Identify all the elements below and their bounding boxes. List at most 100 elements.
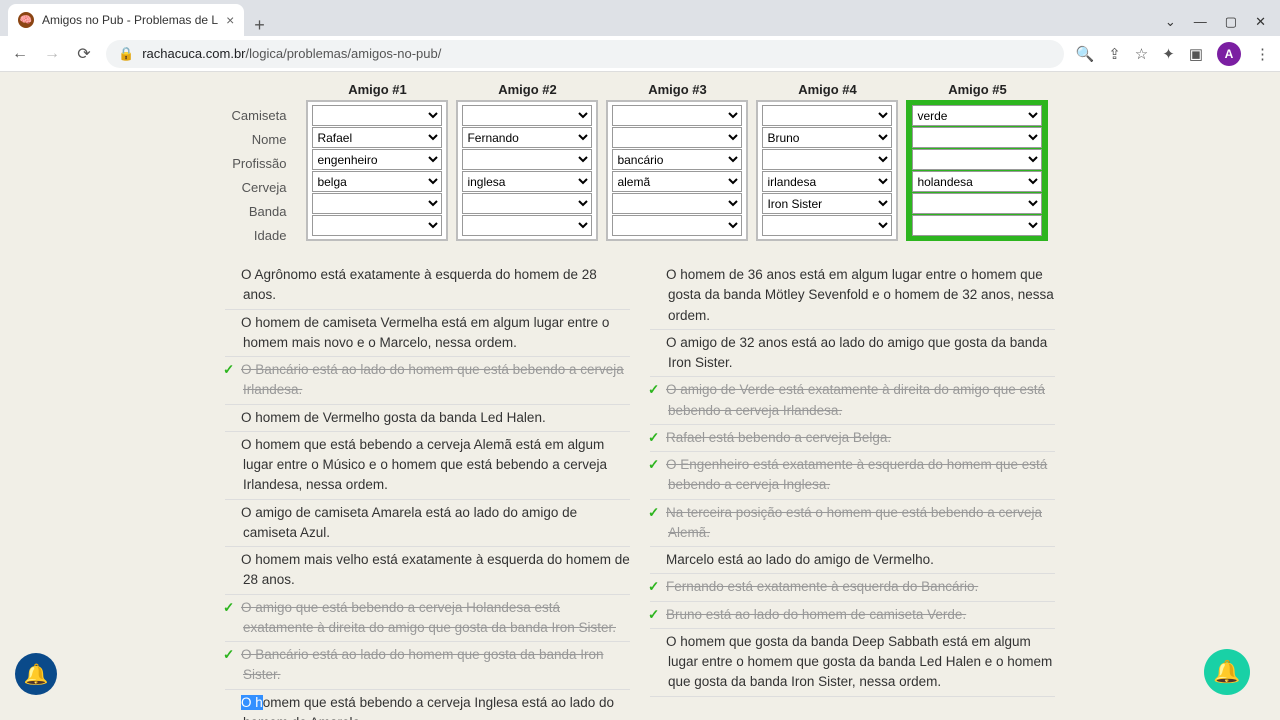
grid-select[interactable]: Fernando <box>462 127 592 148</box>
browser-tab[interactable]: 🧠 Amigos no Pub - Problemas de L × <box>8 4 244 36</box>
grid-select[interactable] <box>612 127 742 148</box>
grid-select[interactable]: verde <box>912 105 1042 126</box>
grid-select[interactable] <box>462 193 592 214</box>
maximize-icon[interactable]: ▢ <box>1225 14 1237 30</box>
clue[interactable]: O Engenheiro está exatamente à esquerda … <box>650 452 1055 500</box>
url-path: /logica/problemas/amigos-no-pub/ <box>246 46 442 61</box>
profile-avatar[interactable]: A <box>1217 42 1241 66</box>
clue[interactable]: O amigo que está bebendo a cerveja Holan… <box>225 595 630 643</box>
grid-select[interactable] <box>762 105 892 126</box>
notification-bell-icon[interactable]: 🔔 <box>15 653 57 695</box>
clue[interactable]: Marcelo está ao lado do amigo de Vermelh… <box>650 547 1055 574</box>
puzzle-grid: CamisetaNomeProfissãoCervejaBandaIdade A… <box>232 82 1049 248</box>
grid-select[interactable] <box>762 215 892 236</box>
url-input[interactable]: 🔒 rachacuca.com.br/logica/problemas/amig… <box>106 40 1064 68</box>
grid-select[interactable] <box>462 149 592 170</box>
grid-column: Bruno irlandesaIron Sister <box>756 100 898 241</box>
page-content: CamisetaNomeProfissãoCervejaBandaIdade A… <box>0 72 1280 720</box>
tab-title: Amigos no Pub - Problemas de L <box>42 13 218 27</box>
clue[interactable]: O amigo de camiseta Amarela está ao lado… <box>225 500 630 548</box>
grid-column: Rafaelengenheirobelga <box>306 100 448 241</box>
clue[interactable]: O homem mais velho está exatamente à esq… <box>225 547 630 595</box>
menu-icon[interactable]: ⋮ <box>1255 45 1270 63</box>
bookmark-icon[interactable]: ☆ <box>1135 45 1148 63</box>
grid-select[interactable] <box>312 105 442 126</box>
minimize-icon[interactable]: — <box>1194 14 1207 30</box>
grid-column: verde holandesa <box>906 100 1048 241</box>
clue[interactable]: O Bancário está ao lado do homem que est… <box>225 357 630 405</box>
grid-select[interactable] <box>912 127 1042 148</box>
clue[interactable]: O homem que está bebendo a cerveja Alemã… <box>225 432 630 500</box>
clue[interactable]: Rafael está bebendo a cerveja Belga. <box>650 425 1055 452</box>
clue[interactable]: Na terceira posição está o homem que est… <box>650 500 1055 548</box>
row-label: Idade <box>232 224 299 248</box>
row-label: Camiseta <box>232 104 299 128</box>
clue[interactable]: O homem que gosta da banda Deep Sabbath … <box>650 629 1055 697</box>
row-label: Nome <box>232 128 299 152</box>
grid-select[interactable]: bancário <box>612 149 742 170</box>
clues-section: O Agrônomo está exatamente à esquerda do… <box>215 262 1065 720</box>
grid-column: bancárioalemã <box>606 100 748 241</box>
clue[interactable]: O Bancário está ao lado do homem que gos… <box>225 642 630 690</box>
grid-select[interactable] <box>912 215 1042 236</box>
back-button[interactable]: ← <box>10 45 30 63</box>
forward-button: → <box>42 45 62 63</box>
extensions-icon[interactable]: ✦ <box>1162 45 1175 63</box>
browser-tabstrip: 🧠 Amigos no Pub - Problemas de L × + ⌄ —… <box>0 0 1280 36</box>
grid-select[interactable] <box>612 193 742 214</box>
grid-select[interactable]: Rafael <box>312 127 442 148</box>
grid-select[interactable]: Bruno <box>762 127 892 148</box>
grid-select[interactable]: irlandesa <box>762 171 892 192</box>
reload-button[interactable]: ⟳ <box>74 44 94 64</box>
lock-icon: 🔒 <box>118 46 134 62</box>
new-tab-button[interactable]: + <box>244 15 275 36</box>
grid-select[interactable]: engenheiro <box>312 149 442 170</box>
grid-select[interactable] <box>312 193 442 214</box>
row-label: Profissão <box>232 152 299 176</box>
clues-left-column: O Agrônomo está exatamente à esquerda do… <box>225 262 630 720</box>
grid-column: Fernando inglesa <box>456 100 598 241</box>
chat-bubble-icon[interactable]: 🔔 <box>1204 649 1250 695</box>
column-header: Amigo #1 <box>306 82 448 100</box>
sidepanel-icon[interactable]: ▣ <box>1189 45 1203 63</box>
grid-select[interactable] <box>612 105 742 126</box>
column-header: Amigo #4 <box>756 82 898 100</box>
window-controls: ⌄ — ▢ ✕ <box>1165 14 1280 36</box>
grid-select[interactable]: holandesa <box>912 171 1042 192</box>
clue[interactable]: O amigo de Verde está exatamente à direi… <box>650 377 1055 425</box>
zoom-icon[interactable]: 🔍 <box>1076 45 1095 63</box>
column-header: Amigo #5 <box>906 82 1048 100</box>
grid-select[interactable]: inglesa <box>462 171 592 192</box>
grid-select[interactable] <box>762 149 892 170</box>
row-label: Banda <box>232 200 299 224</box>
grid-select[interactable] <box>462 215 592 236</box>
row-labels: CamisetaNomeProfissãoCervejaBandaIdade <box>232 82 299 248</box>
row-label: Cerveja <box>232 176 299 200</box>
column-header: Amigo #2 <box>456 82 598 100</box>
url-domain: rachacuca.com.br <box>142 46 245 61</box>
chevron-down-icon[interactable]: ⌄ <box>1165 14 1176 30</box>
grid-select[interactable] <box>612 215 742 236</box>
address-bar: ← → ⟳ 🔒 rachacuca.com.br/logica/problema… <box>0 36 1280 72</box>
grid-select[interactable] <box>312 215 442 236</box>
clue[interactable]: O Agrônomo está exatamente à esquerda do… <box>225 262 630 310</box>
grid-select[interactable]: belga <box>312 171 442 192</box>
grid-select[interactable]: Iron Sister <box>762 193 892 214</box>
clue[interactable]: O homem de Vermelho gosta da banda Led H… <box>225 405 630 432</box>
clue[interactable]: O homem que está bebendo a cerveja Ingle… <box>225 690 630 720</box>
grid-select[interactable]: alemã <box>612 171 742 192</box>
clue[interactable]: O homem de camiseta Vermelha está em alg… <box>225 310 630 358</box>
grid-select[interactable] <box>912 149 1042 170</box>
clues-right-column: O homem de 36 anos está em algum lugar e… <box>650 262 1055 720</box>
grid-select[interactable] <box>462 105 592 126</box>
close-window-icon[interactable]: ✕ <box>1255 14 1266 30</box>
grid-select[interactable] <box>912 193 1042 214</box>
clue[interactable]: Bruno está ao lado do homem de camiseta … <box>650 602 1055 629</box>
tab-favicon-icon: 🧠 <box>18 12 34 28</box>
clue[interactable]: O amigo de 32 anos está ao lado do amigo… <box>650 330 1055 378</box>
clue[interactable]: O homem de 36 anos está em algum lugar e… <box>650 262 1055 330</box>
clue[interactable]: Fernando está exatamente à esquerda do B… <box>650 574 1055 601</box>
column-header: Amigo #3 <box>606 82 748 100</box>
close-icon[interactable]: × <box>226 12 234 28</box>
share-icon[interactable]: ⇪ <box>1108 45 1121 63</box>
